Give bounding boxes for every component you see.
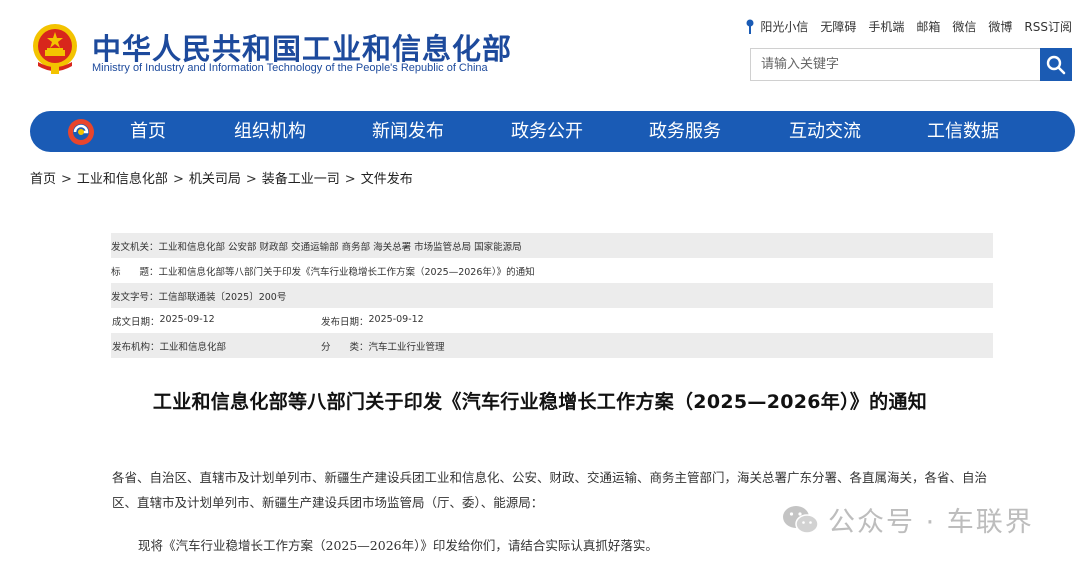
meta-label: 发文机关：: [111, 241, 159, 253]
meta-label: 成文日期：: [112, 316, 160, 328]
nav-home[interactable]: 首页: [130, 111, 166, 152]
breadcrumb-equipment-dept[interactable]: 装备工业一司: [262, 172, 340, 187]
nav-organization[interactable]: 组织机构: [234, 111, 306, 152]
document-title: 工业和信息化部等八部门关于印发《汽车行业稳增长工作方案（2025—2026年）》…: [152, 391, 928, 413]
document-meta-table: 发文机关： 工业和信息化部 公安部 财政部 交通运输部 商务部 海关总署 市场监…: [111, 233, 993, 358]
breadcrumb-separator: >: [61, 172, 72, 187]
breadcrumb-miit[interactable]: 工业和信息化部: [77, 172, 168, 187]
main-nav: 首页 组织机构 新闻发布 政务公开 政务服务 互动交流 工信数据: [30, 111, 1075, 152]
top-links: 阳光小信 无障碍 手机端 邮箱 微信 微博 RSS订阅: [745, 18, 1072, 35]
nav-data[interactable]: 工信数据: [927, 111, 999, 152]
top-link-weibo[interactable]: 微博: [988, 18, 1012, 35]
meta-created-value: 2025-09-12: [159, 313, 215, 325]
search-button[interactable]: [1040, 48, 1072, 81]
meta-title-value: 工业和信息化部等八部门关于印发《汽车行业稳增长工作方案（2025—2026年）》…: [158, 266, 535, 278]
meta-row-dates: 成文日期： 2025-09-12 发布日期： 2025-09-12: [111, 308, 993, 333]
meta-created-cell: 成文日期： 2025-09-12: [111, 314, 321, 328]
meta-org-value: 工业和信息化部: [159, 341, 227, 353]
meta-row-docno: 发文字号： 工信部联通装〔2025〕200号: [111, 283, 993, 308]
wechat-icon: [783, 505, 819, 534]
nav-gov-affairs[interactable]: 政务公开: [511, 111, 583, 152]
search-box: [750, 48, 1072, 81]
top-link-accessibility[interactable]: 无障碍: [820, 18, 856, 35]
top-link-label: 阳光小信: [760, 20, 809, 34]
meta-label: 发文字号：: [111, 291, 159, 303]
meta-label: 发布机构：: [112, 341, 160, 353]
meta-label: 分 类：: [321, 341, 369, 353]
top-link-email[interactable]: 邮箱: [916, 18, 940, 35]
breadcrumb-separator: >: [172, 172, 184, 187]
breadcrumb-separator: >: [344, 172, 356, 187]
sunshine-icon: [746, 19, 754, 34]
meta-row-org: 发布机构： 工业和信息化部 分 类： 汽车工业行业管理: [111, 333, 993, 358]
wechat-watermark: 公众号 · 车联界: [782, 500, 1034, 539]
miit-logo-icon: [68, 119, 94, 145]
nav-news[interactable]: 新闻发布: [372, 111, 444, 152]
search-input[interactable]: [750, 48, 1040, 81]
meta-row-issuer: 发文机关： 工业和信息化部 公安部 财政部 交通运输部 商务部 海关总署 市场监…: [111, 233, 993, 258]
nav-interaction[interactable]: 互动交流: [789, 111, 861, 152]
meta-docno-value: 工信部联通装〔2025〕200号: [158, 291, 287, 303]
meta-category-value: 汽车工业行业管理: [368, 341, 445, 353]
breadcrumb-departments[interactable]: 机关司局: [189, 172, 241, 187]
meta-label: 发布日期：: [321, 316, 369, 328]
breadcrumb-separator: >: [245, 172, 257, 187]
meta-org-cell: 发布机构： 工业和信息化部: [111, 339, 321, 353]
breadcrumb-documents[interactable]: 文件发布: [361, 172, 413, 187]
top-link-sunshine[interactable]: 阳光小信: [745, 18, 808, 35]
site-subtitle: Ministry of Industry and Information Tec…: [92, 62, 488, 74]
search-icon: [1046, 55, 1066, 74]
meta-label: 标 题：: [111, 266, 159, 278]
meta-category-cell: 分 类： 汽车工业行业管理: [321, 339, 445, 353]
breadcrumb-home[interactable]: 首页: [30, 172, 56, 187]
nav-gov-services[interactable]: 政务服务: [649, 111, 721, 152]
meta-published-cell: 发布日期： 2025-09-12: [321, 314, 424, 328]
breadcrumb: 首页 > 工业和信息化部 > 机关司局 > 装备工业一司 > 文件发布: [30, 168, 413, 187]
meta-published-value: 2025-09-12: [368, 313, 424, 325]
meta-issuer-value: 工业和信息化部 公安部 财政部 交通运输部 商务部 海关总署 市场监管总局 国家…: [158, 241, 522, 253]
top-link-wechat[interactable]: 微信: [952, 18, 976, 35]
national-emblem-icon: [33, 24, 77, 74]
watermark-text: 公众号 · 车联界: [828, 507, 1034, 538]
meta-row-title: 标 题： 工业和信息化部等八部门关于印发《汽车行业稳增长工作方案（2025—20…: [111, 258, 993, 283]
top-link-mobile[interactable]: 手机端: [868, 18, 904, 35]
top-link-rss[interactable]: RSS订阅: [1024, 18, 1072, 35]
